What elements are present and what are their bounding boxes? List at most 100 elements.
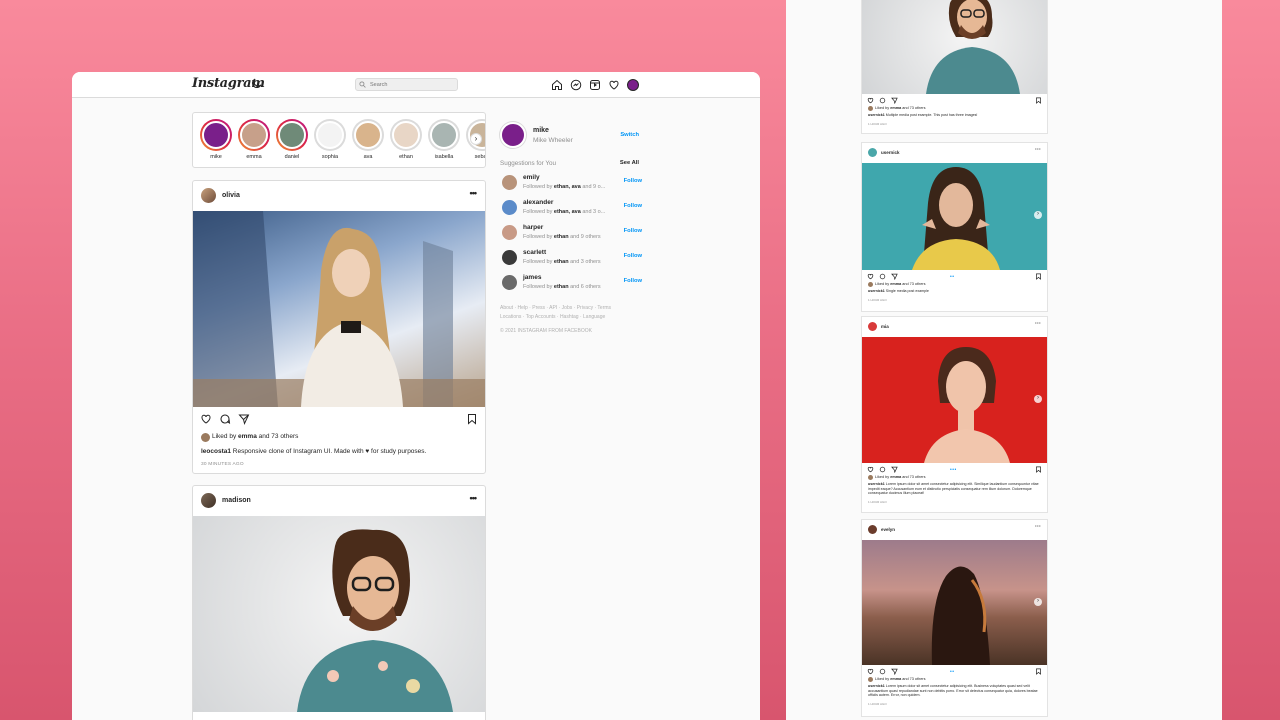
bookmark-icon[interactable] [1035, 668, 1042, 675]
avatar[interactable] [868, 525, 877, 534]
avatar[interactable] [502, 225, 517, 240]
moon-icon[interactable] [250, 77, 263, 90]
more-options-icon[interactable]: ··· [1035, 147, 1041, 153]
post-username[interactable]: usernick [881, 150, 900, 155]
avatar[interactable] [201, 188, 216, 203]
more-options-icon[interactable]: ··· [1035, 321, 1041, 327]
carousel-next-button[interactable]: › [1034, 598, 1042, 606]
comment-icon[interactable] [879, 466, 886, 473]
follow-button[interactable]: Follow [624, 178, 642, 184]
post-image[interactable]: › [862, 163, 1047, 270]
suggestion-username[interactable]: scarlett [523, 249, 546, 256]
post-username[interactable]: madison [222, 497, 251, 504]
story-username: ethan [399, 154, 413, 160]
story-item[interactable]: sophia [313, 119, 347, 160]
post-image[interactable]: › [862, 337, 1047, 463]
avatar[interactable] [502, 200, 517, 215]
see-all-link[interactable]: See All [620, 160, 639, 166]
avatar[interactable] [500, 122, 526, 148]
like-heart-icon[interactable] [867, 97, 874, 104]
likes-user-link[interactable]: emma [238, 433, 257, 440]
comment-icon[interactable] [879, 273, 886, 280]
avatar[interactable] [502, 175, 517, 190]
story-ring[interactable] [238, 119, 270, 151]
footer-links[interactable]: About · Help · Press · API · Jobs · Priv… [500, 305, 611, 311]
suggestion-item: alexander Followed by ethan, ava and 3 o.… [500, 197, 642, 219]
story-ring[interactable] [428, 119, 460, 151]
copyright: © 2021 INSTAGRAM FROM FACEBOOK [500, 328, 592, 334]
share-icon[interactable] [891, 466, 898, 473]
messenger-icon[interactable] [570, 79, 582, 91]
like-heart-icon[interactable] [867, 273, 874, 280]
story-item[interactable]: ava [351, 119, 385, 160]
home-icon[interactable] [551, 79, 563, 91]
caption-username[interactable]: leocosta1 [201, 448, 231, 455]
follow-button[interactable]: Follow [624, 203, 642, 209]
post-username[interactable]: evelyn [881, 527, 895, 532]
like-heart-icon[interactable] [867, 466, 874, 473]
likes-line: Liked by emma and 73 others [862, 282, 1047, 287]
follow-button[interactable]: Follow [624, 253, 642, 259]
story-item[interactable]: daniel [275, 119, 309, 160]
suggestion-item: james Followed by ethan and 6 others Follo… [500, 272, 642, 294]
footer-links-2[interactable]: Locations · Top Accounts · Hashtag · Lan… [500, 314, 605, 320]
switch-account-link[interactable]: Switch [620, 132, 639, 138]
story-ring[interactable] [200, 119, 232, 151]
profile-avatar[interactable] [627, 79, 639, 91]
more-options-icon[interactable]: ••• [470, 188, 478, 198]
likes-line: Liked by emma and 73 others [193, 431, 485, 445]
post-username[interactable]: mia [881, 324, 889, 329]
comment-icon[interactable] [219, 413, 231, 425]
avatar[interactable] [502, 275, 517, 290]
story-item[interactable]: isabella [427, 119, 461, 160]
story-ring[interactable] [314, 119, 346, 151]
avatar[interactable] [201, 493, 216, 508]
stories-next-button[interactable]: › [470, 133, 482, 145]
bookmark-icon[interactable] [1035, 97, 1042, 104]
my-username[interactable]: mike [533, 127, 549, 134]
followed-by-text: Followed by ethan, ava and 9 o... [523, 184, 606, 190]
post-image[interactable] [193, 516, 485, 712]
post-image[interactable] [193, 211, 485, 407]
post-card: evelyn ··· › •• Liked by emma and 73 oth… [861, 519, 1048, 717]
story-ring[interactable] [390, 119, 422, 151]
carousel-next-button[interactable]: › [1034, 211, 1042, 219]
post-username[interactable]: olivia [222, 192, 240, 199]
suggestion-username[interactable]: harper [523, 224, 543, 231]
more-options-icon[interactable]: ··· [1035, 524, 1041, 530]
share-icon[interactable] [891, 668, 898, 675]
share-icon[interactable] [238, 413, 250, 425]
post-image[interactable] [862, 0, 1047, 94]
comment-icon[interactable] [879, 97, 886, 104]
avatar[interactable] [502, 250, 517, 265]
story-item[interactable]: mike [199, 119, 233, 160]
like-heart-icon[interactable] [867, 668, 874, 675]
story-ring[interactable] [352, 119, 384, 151]
story-item[interactable]: emma [237, 119, 271, 160]
follow-button[interactable]: Follow [624, 228, 642, 234]
avatar[interactable] [868, 322, 877, 331]
story-ring[interactable] [276, 119, 308, 151]
avatar[interactable] [868, 148, 877, 157]
heart-icon[interactable] [608, 79, 620, 91]
story-item[interactable]: ethan [389, 119, 423, 160]
comment-icon[interactable] [879, 668, 886, 675]
follow-button[interactable]: Follow [624, 278, 642, 284]
explore-icon[interactable] [589, 79, 601, 91]
avatar [202, 121, 230, 149]
bookmark-icon[interactable] [466, 413, 478, 425]
suggestion-username[interactable]: emily [523, 174, 540, 181]
post-image[interactable]: › [862, 540, 1047, 665]
bookmark-icon[interactable] [1035, 273, 1042, 280]
share-icon[interactable] [891, 273, 898, 280]
suggestion-username[interactable]: james [523, 274, 541, 281]
bookmark-icon[interactable] [1035, 466, 1042, 473]
like-heart-icon[interactable] [200, 413, 212, 425]
more-options-icon[interactable]: ••• [470, 493, 478, 503]
carousel-next-button[interactable]: › [1034, 395, 1042, 403]
suggestion-username[interactable]: alexander [523, 199, 553, 206]
share-icon[interactable] [891, 97, 898, 104]
suggestion-item: harper Followed by ethan and 9 others Foll… [500, 222, 642, 244]
search-input[interactable] [355, 78, 458, 91]
avatar [201, 433, 210, 442]
